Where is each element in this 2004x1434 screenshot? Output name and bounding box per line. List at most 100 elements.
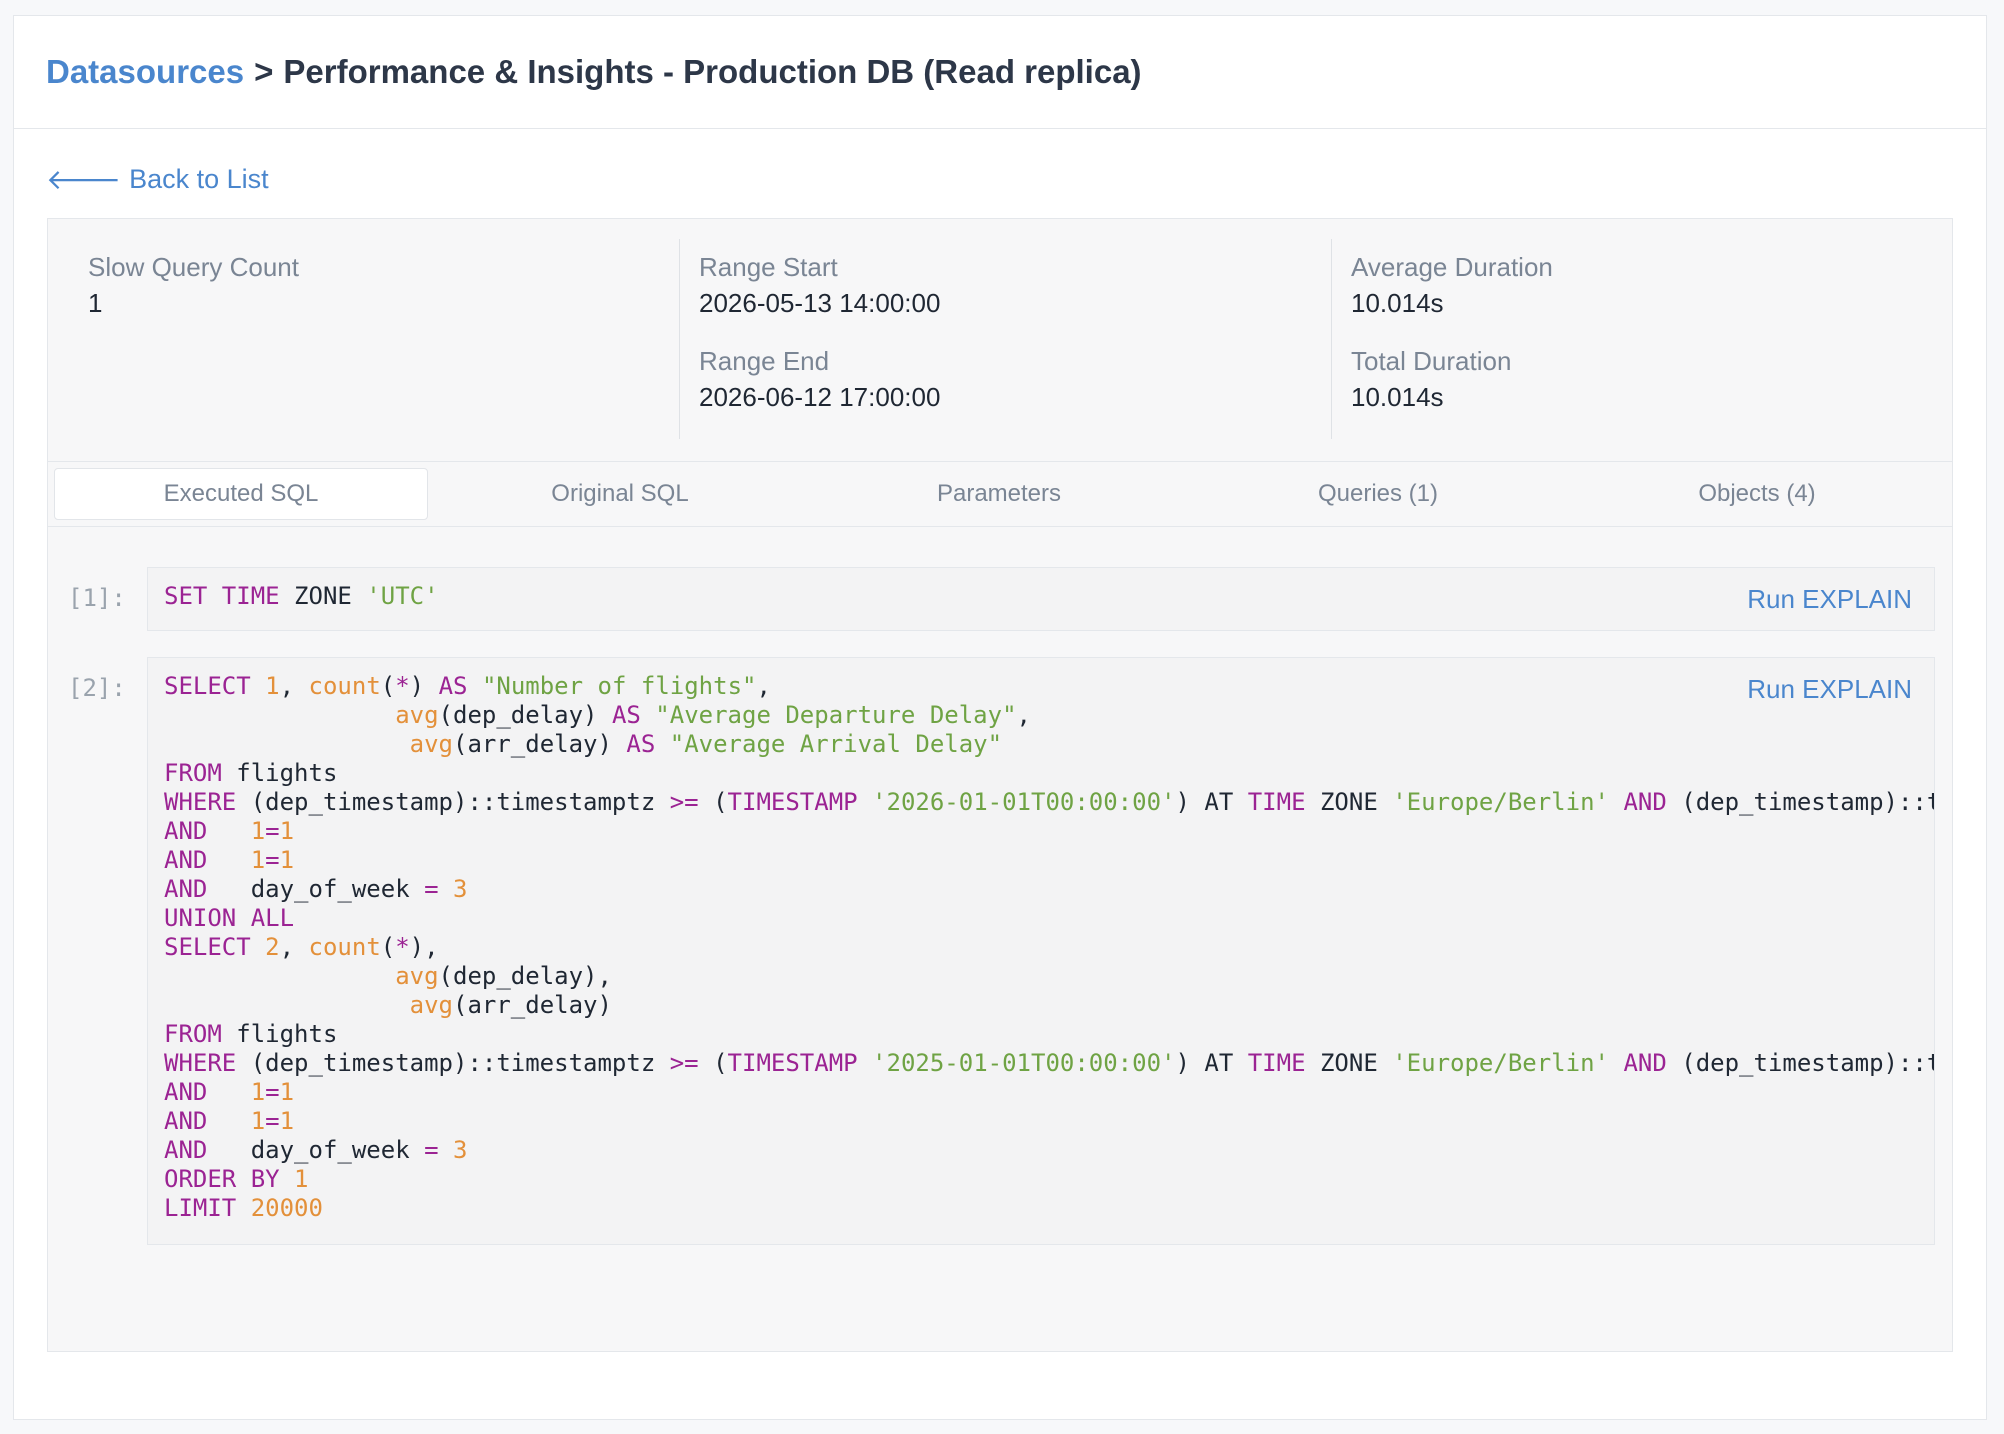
sql-token: (dep_delay), — [438, 962, 612, 990]
range-end-label: Range End — [699, 346, 830, 376]
sql-code: SET TIME ZONE 'UTC' — [148, 568, 1934, 625]
arrow-left-icon: 🡐 — [46, 164, 122, 195]
sql-token: , — [1016, 701, 1031, 729]
tab-objects[interactable]: Objects (4) — [1570, 468, 1944, 520]
sql-token: ZONE — [1305, 1049, 1393, 1077]
sql-token: AND — [164, 875, 208, 903]
breadcrumb-datasources-link[interactable]: Datasources — [46, 53, 244, 91]
sql-token: (arr_delay) — [453, 991, 612, 1019]
sql-token: (dep_timestamp)::timestamptz — [236, 1049, 670, 1077]
sql-token: avg — [409, 991, 453, 1019]
sql-token: count — [308, 933, 381, 961]
sql-token: SET TIME — [164, 582, 280, 610]
stat-column-duration: Average Duration 10.014s Total Duration … — [1351, 249, 1553, 437]
average-duration-label: Average Duration — [1351, 252, 1553, 282]
sql-cell-1: SET TIME ZONE 'UTC' Run EXPLAIN — [147, 567, 1935, 631]
sql-token: , — [279, 933, 309, 961]
tab-executed-sql[interactable]: Executed SQL — [54, 468, 428, 520]
back-to-list-link[interactable]: 🡐 Back to List — [46, 162, 269, 196]
sql-token: 1 — [279, 1107, 295, 1135]
sql-token: AND — [164, 1107, 208, 1135]
sql-token: day_of_week — [207, 1136, 425, 1164]
stat-column-count: Slow Query Count 1 — [88, 249, 299, 343]
sql-token: flights — [221, 759, 338, 787]
range-end-value: 2026-06-12 17:00:00 — [699, 382, 941, 412]
sql-cell-2: SELECT 1, count(*) AS "Number of flights… — [147, 657, 1935, 1245]
sql-token: 1 — [265, 672, 280, 700]
page-title: Performance & Insights - Production DB (… — [283, 53, 1142, 90]
sql-token: ) — [409, 672, 439, 700]
sql-token: AND — [164, 1078, 208, 1106]
sql-token: 'UTC' — [366, 582, 439, 610]
sql-token: AND — [164, 846, 208, 874]
slow-query-count-label: Slow Query Count — [88, 252, 299, 282]
sql-token: ( — [698, 788, 728, 816]
sql-token: ), — [409, 933, 439, 961]
sql-token: 1 — [250, 817, 266, 845]
back-to-list-label: Back to List — [129, 163, 269, 194]
range-start-value: 2026-05-13 14:00:00 — [699, 288, 941, 318]
sql-token: 'Europe/Berlin' — [1392, 788, 1609, 816]
sql-token: = — [265, 817, 280, 845]
sql-token: AS — [611, 701, 641, 729]
sql-token: avg — [395, 962, 439, 990]
stats-summary: Slow Query Count 1 Range Start 2026-05-1… — [48, 219, 1952, 461]
run-explain-button[interactable]: Run EXPLAIN — [1737, 584, 1912, 615]
main-panel: Datasources > Performance & Insights - P… — [13, 15, 1987, 1420]
sql-token: >= — [669, 788, 699, 816]
sql-token: AS — [438, 672, 468, 700]
sql-token: , — [279, 672, 309, 700]
sql-token: LIMIT — [164, 1194, 237, 1222]
stats-divider — [1331, 239, 1332, 439]
sql-token: UNION ALL — [164, 904, 295, 932]
sql-code: SELECT 1, count(*) AS "Number of flights… — [148, 658, 1934, 1237]
sql-token: ( — [380, 933, 396, 961]
cell-number: [1]: — [68, 584, 126, 612]
sql-token: flights — [221, 1020, 338, 1048]
sql-token: 1 — [250, 1107, 266, 1135]
sql-token: ZONE — [279, 582, 367, 610]
tab-parameters[interactable]: Parameters — [812, 468, 1186, 520]
sql-token: * — [395, 933, 410, 961]
page-header: Datasources > Performance & Insights - P… — [14, 16, 1986, 129]
sql-token: ORDER BY — [164, 1165, 280, 1193]
sql-token: = — [424, 875, 439, 903]
sql-token: 1 — [250, 1078, 266, 1106]
tab-queries[interactable]: Queries (1) — [1191, 468, 1565, 520]
sql-token: ZONE — [1305, 788, 1393, 816]
sql-token: count — [308, 672, 381, 700]
sql-token: 2 — [265, 933, 280, 961]
sql-token: AND — [164, 817, 208, 845]
range-start-label: Range Start — [699, 252, 838, 282]
sql-token: '2025-01-01T00:00:00' — [872, 1049, 1176, 1077]
sql-token: = — [265, 846, 280, 874]
sql-token: ) AT — [1175, 1049, 1248, 1077]
sql-token: WHERE — [164, 1049, 237, 1077]
average-duration-value: 10.014s — [1351, 288, 1444, 318]
sql-token: * — [395, 672, 410, 700]
breadcrumb-separator: > — [254, 53, 274, 90]
run-explain-button[interactable]: Run EXPLAIN — [1737, 674, 1912, 705]
sql-token: 1 — [279, 1078, 295, 1106]
total-duration-label: Total Duration — [1351, 346, 1512, 376]
sql-token: avg — [409, 730, 453, 758]
sql-token: "Average Departure Delay" — [655, 701, 1017, 729]
tab-original-sql[interactable]: Original SQL — [433, 468, 807, 520]
sql-token: = — [424, 1136, 439, 1164]
query-detail-box: Slow Query Count 1 Range Start 2026-05-1… — [47, 218, 1953, 1352]
